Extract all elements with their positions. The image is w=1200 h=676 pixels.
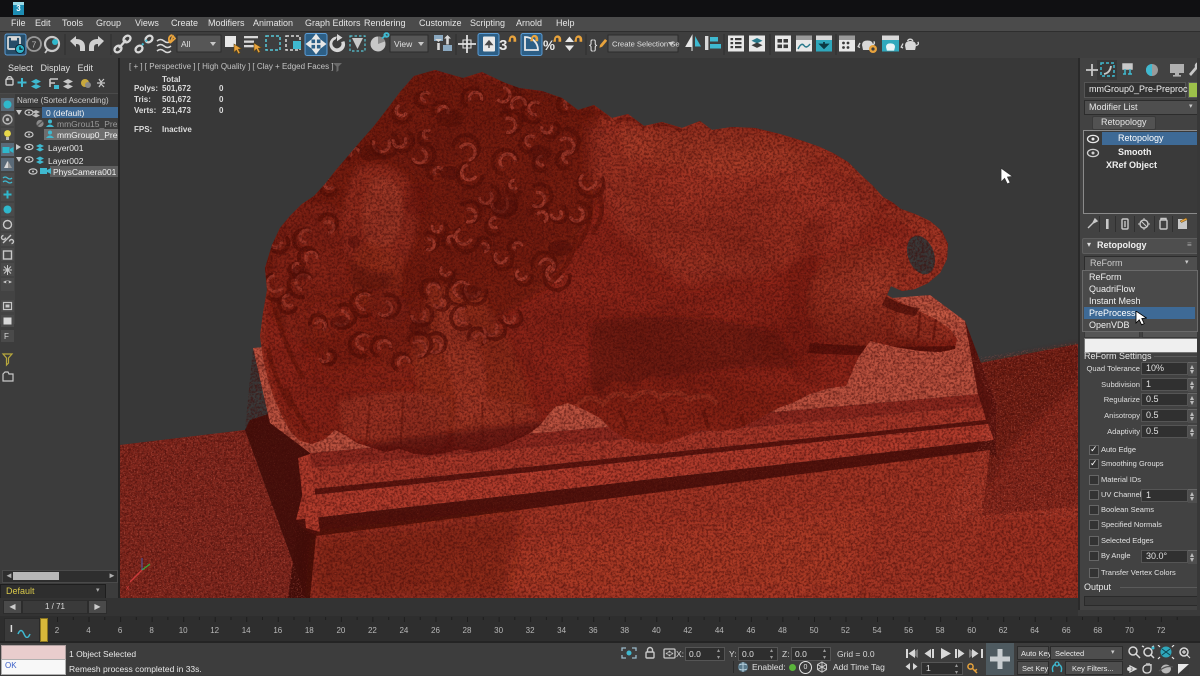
- svg-text:32: 32: [526, 626, 535, 635]
- svg-text:50: 50: [810, 626, 819, 635]
- svg-text:501,672: 501,672: [162, 84, 191, 93]
- svg-text:501,672: 501,672: [162, 95, 191, 104]
- svg-text:12: 12: [210, 626, 219, 635]
- svg-text:52: 52: [841, 626, 850, 635]
- svg-text:28: 28: [463, 626, 472, 635]
- svg-text:Create Selection Se: Create Selection Se: [612, 40, 680, 49]
- svg-text:FPS:: FPS:: [134, 125, 152, 134]
- svg-text:46: 46: [746, 626, 755, 635]
- svg-text:58: 58: [936, 626, 945, 635]
- svg-text:2: 2: [55, 626, 60, 635]
- svg-text:View: View: [394, 39, 413, 49]
- svg-text:Inactive: Inactive: [162, 125, 192, 134]
- svg-text:68: 68: [1093, 626, 1102, 635]
- svg-text:54: 54: [873, 626, 882, 635]
- svg-text:Total: Total: [162, 75, 181, 84]
- svg-text:{}: {}: [589, 38, 597, 52]
- svg-text:3: 3: [16, 4, 21, 13]
- svg-text:20: 20: [336, 626, 345, 635]
- svg-text:4: 4: [86, 626, 91, 635]
- svg-text:Verts:: Verts:: [134, 106, 156, 115]
- svg-text:PhysCamera001: PhysCamera001: [53, 167, 117, 177]
- svg-text:0: 0: [219, 84, 224, 93]
- svg-text:40: 40: [652, 626, 661, 635]
- svg-text:70: 70: [1125, 626, 1134, 635]
- svg-text:36: 36: [589, 626, 598, 635]
- svg-text:62: 62: [999, 626, 1008, 635]
- svg-text:44: 44: [715, 626, 724, 635]
- svg-text:10: 10: [179, 626, 188, 635]
- svg-text:30: 30: [494, 626, 503, 635]
- svg-text:Tris:: Tris:: [134, 95, 151, 104]
- svg-text:All: All: [181, 39, 191, 49]
- svg-text:mmGroup0_Pre-Pr: mmGroup0_Pre-Pr: [57, 130, 118, 140]
- svg-text:0: 0: [219, 95, 224, 104]
- svg-text:F: F: [4, 332, 9, 341]
- svg-text:x: x: [126, 585, 130, 592]
- svg-text:18: 18: [305, 626, 314, 635]
- svg-text:38: 38: [620, 626, 629, 635]
- svg-text:22: 22: [368, 626, 377, 635]
- svg-text:48: 48: [778, 626, 787, 635]
- svg-text:251,473: 251,473: [162, 106, 191, 115]
- svg-text:[ + ] [ Perspective ] [ High Q: [ + ] [ Perspective ] [ High Quality ] […: [129, 62, 334, 71]
- svg-text:Polys:: Polys:: [134, 84, 158, 93]
- svg-text:Layer001: Layer001: [48, 143, 84, 153]
- svg-text:34: 34: [557, 626, 566, 635]
- svg-text:%: %: [543, 38, 555, 53]
- svg-text:7: 7: [32, 40, 37, 50]
- svg-text:0: 0: [219, 106, 224, 115]
- svg-text:42: 42: [683, 626, 692, 635]
- svg-text:6: 6: [118, 626, 123, 635]
- svg-text:66: 66: [1062, 626, 1071, 635]
- svg-text:64: 64: [1030, 626, 1039, 635]
- svg-text:14: 14: [242, 626, 251, 635]
- svg-text:26: 26: [431, 626, 440, 635]
- svg-text:0 (default): 0 (default): [46, 108, 84, 118]
- svg-text:3: 3: [499, 37, 507, 54]
- svg-text:24: 24: [399, 626, 408, 635]
- svg-text:16: 16: [273, 626, 282, 635]
- svg-text:56: 56: [904, 626, 913, 635]
- svg-text:8: 8: [149, 626, 154, 635]
- svg-text:72: 72: [1156, 626, 1165, 635]
- svg-text:60: 60: [967, 626, 976, 635]
- svg-text:Layer002: Layer002: [48, 156, 84, 166]
- svg-text:mmGrou15_Prepr: mmGrou15_Prepr: [57, 119, 118, 129]
